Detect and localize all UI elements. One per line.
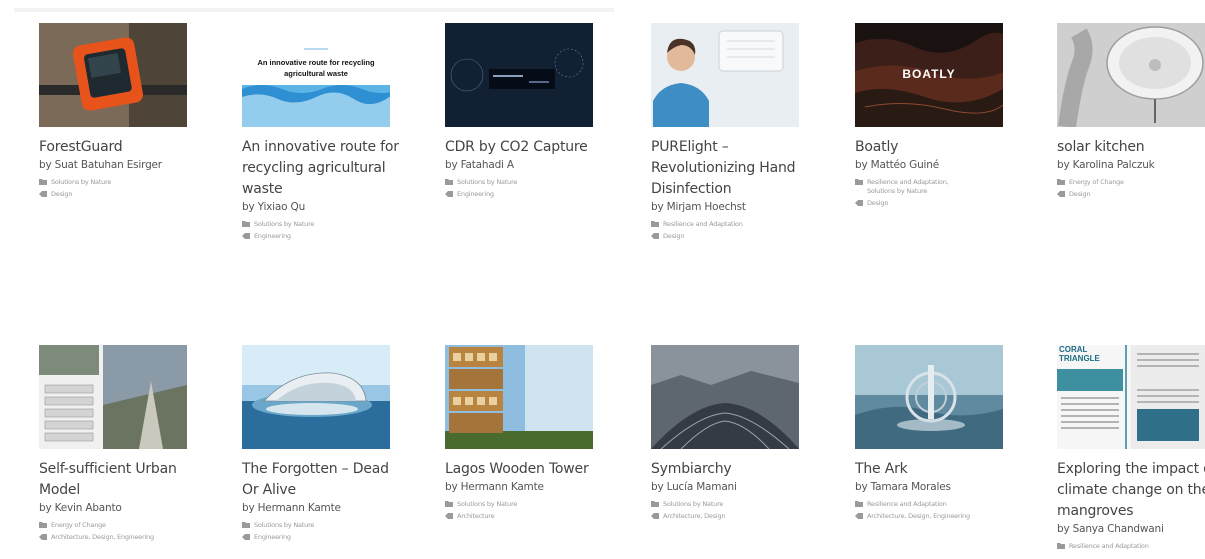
tag-icon xyxy=(445,191,453,197)
project-category[interactable]: Solutions by Nature xyxy=(457,500,517,509)
project-author: by Yixiao Qu xyxy=(242,201,306,213)
project-tags[interactable]: Design xyxy=(1069,190,1090,199)
folder-icon xyxy=(651,501,659,507)
tag-icon xyxy=(1057,191,1065,197)
forestguard-image xyxy=(39,23,187,127)
project-title[interactable]: Lagos Wooden Tower xyxy=(445,459,607,480)
project-author: by Lucía Mamani xyxy=(651,481,737,493)
forgotten-image xyxy=(242,345,390,449)
project-category[interactable]: Solutions by Nature xyxy=(51,178,111,187)
project-thumbnail[interactable] xyxy=(1057,23,1205,127)
project-author: by Kevin Abanto xyxy=(39,502,122,514)
project-title[interactable]: solar kitchen xyxy=(1057,137,1205,158)
project-tags[interactable]: Architecture, Design xyxy=(663,512,726,521)
project-tags[interactable]: Design xyxy=(51,190,72,199)
project-category[interactable]: Resilience and Adaptation xyxy=(867,500,947,509)
project-thumbnail[interactable] xyxy=(855,345,1003,449)
project-title[interactable]: Symbiarchy xyxy=(651,459,813,480)
project-category[interactable]: Resilience and Adaptation xyxy=(1069,542,1149,551)
project-thumbnail[interactable] xyxy=(445,345,593,449)
tag-icon xyxy=(651,513,659,519)
folder-icon xyxy=(1057,179,1065,185)
project-title[interactable]: Self-sufficient Urban Model xyxy=(39,459,201,501)
folder-icon xyxy=(242,221,250,227)
folder-icon xyxy=(445,501,453,507)
folder-icon xyxy=(39,179,47,185)
tag-icon xyxy=(855,513,863,519)
co2-capture-image xyxy=(445,23,593,127)
project-tags[interactable]: Architecture xyxy=(457,512,495,521)
thumbnail-caption: BOATLY xyxy=(902,67,956,81)
thumbnail-caption: CORAL TRIANGLE xyxy=(1059,345,1100,363)
project-author: by Suat Batuhan Esirger xyxy=(39,159,162,171)
folder-icon xyxy=(855,501,863,507)
project-title[interactable]: The Forgotten – Dead Or Alive xyxy=(242,459,404,501)
project-category[interactable]: Solutions by Nature xyxy=(254,220,314,229)
project-author: by Fatahadi A xyxy=(445,159,514,171)
project-category[interactable]: Energy of Change xyxy=(51,521,106,530)
project-author: by Hermann Kamte xyxy=(445,481,544,493)
project-title[interactable]: Boatly xyxy=(855,137,1017,158)
project-tags[interactable]: Design xyxy=(663,232,684,241)
project-tags[interactable]: Engineering xyxy=(254,232,291,241)
project-tags[interactable]: Engineering xyxy=(457,190,494,199)
project-category[interactable]: Solutions by Nature xyxy=(663,500,723,509)
folder-icon xyxy=(651,221,659,227)
project-author: by Karolina Palczuk xyxy=(1057,159,1155,171)
tag-icon xyxy=(242,233,250,239)
project-author: by Tamara Morales xyxy=(855,481,951,493)
project-tags[interactable]: Architecture, Design, Engineering xyxy=(51,533,154,542)
project-title[interactable]: An innovative route for recycling agricu… xyxy=(242,137,404,200)
project-thumbnail[interactable] xyxy=(39,345,187,449)
project-category[interactable]: Resilience and Adaptation xyxy=(663,220,743,229)
folder-icon xyxy=(242,522,250,528)
project-thumbnail[interactable] xyxy=(651,23,799,127)
project-thumbnail[interactable] xyxy=(242,345,390,449)
tag-icon xyxy=(445,513,453,519)
folder-icon xyxy=(1057,543,1065,549)
solar-kitchen-image xyxy=(1057,23,1205,127)
project-author: by Mirjam Hoechst xyxy=(651,201,746,213)
project-author: by Mattéo Guiné xyxy=(855,159,939,171)
purelight-image xyxy=(651,23,799,127)
project-tags[interactable]: Design xyxy=(867,199,888,208)
folder-icon xyxy=(445,179,453,185)
project-category[interactable]: Energy of Change xyxy=(1069,178,1124,187)
project-author: by Hermann Kamte xyxy=(242,502,341,514)
project-thumbnail[interactable]: BOATLY xyxy=(855,23,1003,127)
ark-image xyxy=(855,345,1003,449)
project-tags[interactable]: Engineering xyxy=(254,533,291,542)
tag-icon xyxy=(855,200,863,206)
thumbnail-caption: An innovative route for recycling agricu… xyxy=(257,58,375,78)
project-category[interactable]: Solutions by Nature xyxy=(254,521,314,530)
project-title[interactable]: CDR by CO2 Capture xyxy=(445,137,607,158)
project-thumbnail[interactable]: CORAL TRIANGLE xyxy=(1057,345,1205,449)
project-thumbnail[interactable] xyxy=(651,345,799,449)
tag-icon xyxy=(39,191,47,197)
project-category[interactable]: Solutions by Nature xyxy=(457,178,517,187)
project-title[interactable]: ForestGuard xyxy=(39,137,201,158)
tag-icon xyxy=(39,534,47,540)
project-thumbnail[interactable] xyxy=(445,23,593,127)
project-title[interactable]: Exploring the impact of climate change o… xyxy=(1057,459,1205,522)
tag-icon xyxy=(242,534,250,540)
folder-icon xyxy=(855,179,863,185)
project-title[interactable]: PURElight – Revolutionizing Hand Disinfe… xyxy=(651,137,813,200)
project-tags[interactable]: Architecture, Design, Engineering xyxy=(867,512,970,521)
project-thumbnail[interactable] xyxy=(39,23,187,127)
project-author: by Sanya Chandwani xyxy=(1057,523,1164,535)
urban-model-image xyxy=(39,345,187,449)
project-title[interactable]: The Ark xyxy=(855,459,1017,480)
top-divider xyxy=(14,8,614,12)
project-category[interactable]: Resilience and Adaptation, Solutions by … xyxy=(867,178,977,196)
lagos-tower-image xyxy=(445,345,593,449)
tag-icon xyxy=(651,233,659,239)
project-thumbnail[interactable]: An innovative route for recycling agricu… xyxy=(242,23,390,127)
folder-icon xyxy=(39,522,47,528)
symbiarchy-image xyxy=(651,345,799,449)
